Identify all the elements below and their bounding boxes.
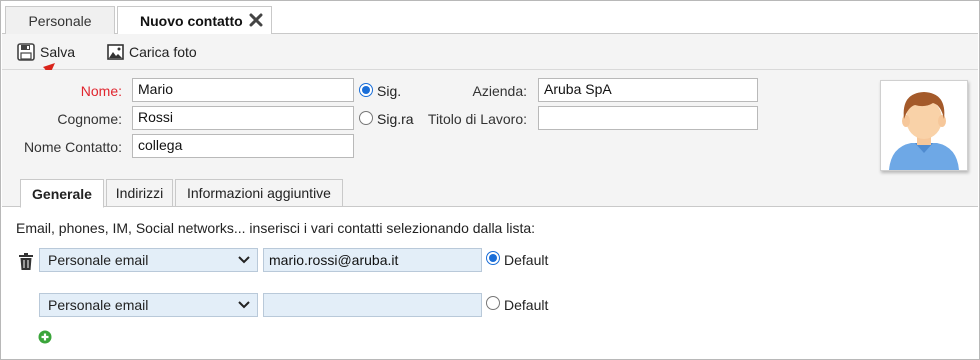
default-label-2: Default: [504, 297, 549, 313]
email-field[interactable]: mario.rossi@aruba.it: [263, 248, 482, 272]
tab-informazioni-label: Informazioni aggiuntive: [187, 185, 331, 201]
nome-input[interactable]: Mario: [132, 78, 354, 102]
tab-personale[interactable]: Personale: [5, 6, 115, 35]
tab-nuovo-contatto-label: Nuovo contatto: [140, 12, 243, 29]
add-contact-icon[interactable]: [38, 330, 52, 344]
upload-photo-button[interactable]: Carica foto: [107, 41, 197, 63]
contact-type-value: Personale email: [48, 252, 149, 268]
sig-label: Sig.: [377, 83, 402, 99]
trash-icon[interactable]: [19, 253, 33, 270]
contact-header: Nome: Mario Cognome: Rossi Nome Contatto…: [2, 70, 978, 208]
default-label: Default: [504, 252, 549, 268]
cognome-input[interactable]: Rossi: [132, 106, 354, 130]
sig-radio[interactable]: [359, 83, 373, 97]
person-avatar-icon: [889, 92, 959, 170]
avatar[interactable]: [880, 80, 968, 171]
nome-contatto-input-value: collega: [138, 137, 183, 153]
titolo-label: Titolo di Lavoro:: [427, 111, 527, 127]
close-icon[interactable]: [249, 13, 263, 27]
azienda-label: Azienda:: [472, 83, 527, 99]
contacts-hint-text: Email, phones, IM, Social networks... in…: [16, 220, 536, 236]
nome-contatto-input[interactable]: collega: [132, 134, 354, 158]
contact-type-select[interactable]: Personale email: [39, 248, 258, 272]
cognome-input-value: Rossi: [138, 109, 174, 125]
azienda-input[interactable]: Aruba SpA: [538, 78, 758, 102]
sigra-radio[interactable]: [359, 111, 373, 125]
tab-nuovo-contatto[interactable]: Nuovo contatto: [117, 6, 272, 35]
default-radio-2[interactable]: [486, 296, 500, 310]
contact-type-value-2: Personale email: [48, 297, 149, 313]
email-field-value: mario.rossi@aruba.it: [269, 252, 399, 268]
contact-type-select-2[interactable]: Personale email: [39, 293, 258, 317]
nome-contatto-label: Nome Contatto:: [23, 139, 122, 155]
image-icon: [107, 44, 124, 60]
toolbar: Salva Carica foto: [2, 34, 978, 70]
titolo-input[interactable]: [538, 106, 758, 130]
tab-personale-label: Personale: [28, 12, 92, 29]
cognome-label: Cognome:: [57, 111, 122, 127]
tab-strip: Personale Nuovo contatto: [2, 2, 978, 35]
azienda-input-value: Aruba SpA: [544, 81, 612, 97]
tab-generale-label: Generale: [32, 185, 92, 202]
contact-editor-window: Personale Nuovo contatto Salva Carica fo…: [0, 0, 980, 360]
tab-informazioni-aggiuntive[interactable]: Informazioni aggiuntive: [175, 179, 343, 207]
nome-label: Nome:: [80, 83, 122, 99]
generale-panel: Email, phones, IM, Social networks... in…: [2, 208, 978, 359]
nome-input-value: Mario: [138, 81, 174, 97]
tab-indirizzi[interactable]: Indirizzi: [106, 179, 173, 207]
sigra-label: Sig.ra: [377, 111, 414, 127]
chevron-down-icon: [238, 301, 250, 309]
default-radio[interactable]: [486, 251, 500, 265]
tab-generale[interactable]: Generale: [20, 179, 104, 208]
email-field-2[interactable]: [263, 293, 482, 317]
save-button-label: Salva: [40, 44, 76, 60]
tab-indirizzi-label: Indirizzi: [115, 185, 164, 201]
chevron-down-icon: [238, 256, 250, 264]
upload-photo-label: Carica foto: [129, 44, 197, 60]
